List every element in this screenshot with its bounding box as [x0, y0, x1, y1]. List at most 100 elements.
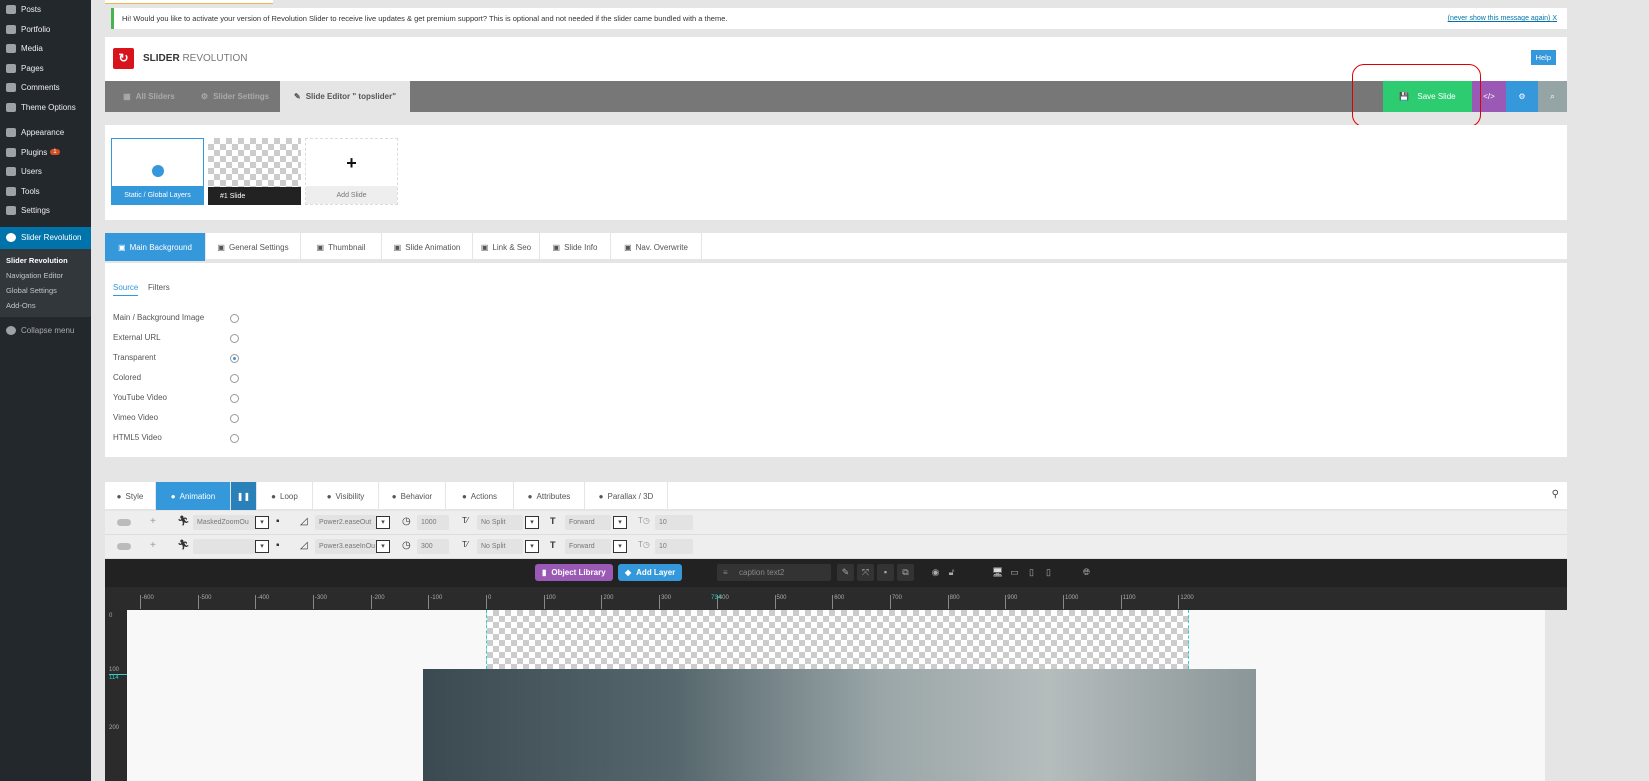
- tab-link-seo[interactable]: ▣ Link & Seo: [473, 233, 540, 261]
- duration-input[interactable]: 300: [417, 539, 449, 554]
- tab-slide-animation[interactable]: ▣ Slide Animation: [382, 233, 473, 261]
- tab-slider-settings[interactable]: ⚙ Slider Settings: [195, 81, 275, 112]
- tab-slide-info[interactable]: ▣ Slide Info: [540, 233, 611, 261]
- source-radio[interactable]: [230, 394, 239, 403]
- sidebar-item-users[interactable]: Users: [0, 162, 91, 182]
- tab-main-background[interactable]: ▣ Main Background: [105, 233, 206, 261]
- dropdown-arrow-icon[interactable]: ▾: [255, 516, 269, 529]
- tab-parallax-3d[interactable]: ● Parallax / 3D: [585, 482, 668, 510]
- laptop-icon[interactable]: ▭: [1006, 564, 1023, 581]
- sidebar-item-portfolio[interactable]: Portfolio: [0, 20, 91, 40]
- submenu-global-settings[interactable]: Global Settings: [0, 283, 91, 298]
- sidebar-item-media[interactable]: Media: [0, 39, 91, 59]
- dropdown-arrow-icon[interactable]: ▾: [525, 516, 539, 529]
- copy-icon[interactable]: ⧉: [897, 564, 914, 581]
- plus-icon[interactable]: +: [150, 540, 156, 551]
- animation-select[interactable]: MaskedZoomOu: [193, 515, 255, 530]
- source-radio[interactable]: [230, 334, 239, 343]
- pause-button[interactable]: ❚❚: [231, 482, 257, 510]
- dropdown-arrow-icon[interactable]: ▾: [613, 516, 627, 529]
- sidebar-item-pages[interactable]: Pages: [0, 59, 91, 79]
- source-radio[interactable]: [230, 354, 239, 363]
- eye-icon[interactable]: ◉: [927, 564, 944, 581]
- dropdown-arrow-icon[interactable]: ▾: [376, 516, 390, 529]
- save-icon[interactable]: ▪: [276, 540, 280, 551]
- unlock-icon[interactable]: 🔓︎: [943, 564, 960, 581]
- stagger-input[interactable]: 10: [655, 539, 693, 554]
- globe-edit-icon[interactable]: 🌐︎: [1078, 564, 1095, 581]
- sidebar-item-posts[interactable]: Posts: [0, 0, 91, 20]
- tab-slide-editor[interactable]: ✎ Slide Editor " topslider": [280, 81, 410, 112]
- direction-select[interactable]: Forward: [565, 515, 611, 530]
- submenu-add-ons[interactable]: Add-Ons: [0, 298, 91, 313]
- duration-input[interactable]: 1000: [417, 515, 449, 530]
- tablet-icon[interactable]: ▯: [1023, 564, 1040, 581]
- sidebar-item-tools[interactable]: Tools: [0, 182, 91, 202]
- label: Settings: [21, 206, 50, 216]
- source-radio[interactable]: [230, 314, 239, 323]
- sidebar-item-appearance[interactable]: Appearance: [0, 123, 91, 143]
- sidebar-item-plugins[interactable]: Plugins 1: [0, 143, 91, 163]
- sidebar-item-comments[interactable]: Comments: [0, 78, 91, 98]
- sidebar-item-slider-revolution[interactable]: Slider Revolution: [0, 226, 91, 249]
- ease-select[interactable]: Power3.easeInOu: [315, 539, 376, 554]
- tab-general-settings[interactable]: ▣ General Settings: [206, 233, 301, 261]
- user-icon: [6, 167, 16, 177]
- grid-icon: ▦: [123, 92, 131, 101]
- edit-icon[interactable]: ✎: [837, 564, 854, 581]
- toggle-switch[interactable]: [117, 519, 131, 526]
- submenu-slider-revolution[interactable]: Slider Revolution: [0, 253, 91, 268]
- tab-behavior[interactable]: ● Behavior: [379, 482, 446, 510]
- wrench-icon: [6, 186, 16, 196]
- tab-filters[interactable]: Filters: [148, 283, 170, 292]
- sidebar-item-settings[interactable]: Settings: [0, 201, 91, 221]
- add-slide-button[interactable]: + Add Slide: [305, 138, 398, 205]
- plus-icon[interactable]: +: [150, 516, 156, 527]
- dropdown-arrow-icon[interactable]: ▾: [613, 540, 627, 553]
- ease-select[interactable]: Power2.easeOut: [315, 515, 376, 530]
- settings-gear-button[interactable]: ⚙: [1506, 81, 1538, 112]
- tab-thumbnail[interactable]: ▣ Thumbnail: [301, 233, 382, 261]
- source-radio[interactable]: [230, 374, 239, 383]
- submenu-navigation-editor[interactable]: Navigation Editor: [0, 268, 91, 283]
- tab-all-sliders[interactable]: ▦ All Sliders: [105, 81, 193, 112]
- source-radio[interactable]: [230, 414, 239, 423]
- duplicate-icon[interactable]: ⤧: [857, 564, 874, 581]
- tab-attributes[interactable]: ● Attributes: [514, 482, 585, 510]
- layer-name-input[interactable]: ≡ caption text2: [717, 564, 831, 581]
- dismiss-link[interactable]: (never show this message again) X: [1448, 15, 1557, 22]
- paperclip-icon[interactable]: ⚲: [1552, 489, 1559, 500]
- toggle-switch[interactable]: [117, 543, 131, 550]
- trash-icon[interactable]: ▪: [877, 564, 894, 581]
- split-select[interactable]: No Split: [477, 539, 523, 554]
- animation-select[interactable]: [193, 539, 255, 554]
- static-layers-thumb[interactable]: Static / Global Layers: [111, 138, 204, 205]
- tab-loop[interactable]: ● Loop: [257, 482, 313, 510]
- tab-source[interactable]: Source: [113, 283, 139, 296]
- tab-animation[interactable]: ● Animation: [156, 482, 231, 510]
- sidebar-item-theme-options[interactable]: Theme Options: [0, 98, 91, 118]
- tab-actions[interactable]: ● Actions: [446, 482, 514, 510]
- split-select[interactable]: No Split: [477, 515, 523, 530]
- tab-style[interactable]: ● Style: [105, 482, 156, 510]
- search-button[interactable]: ⌕: [1538, 81, 1567, 112]
- tab-nav-overwrite[interactable]: ▣ Nav. Overwrite: [611, 233, 702, 261]
- dropdown-arrow-icon[interactable]: ▾: [255, 540, 269, 553]
- dropdown-arrow-icon[interactable]: ▾: [376, 540, 390, 553]
- background-image-layer[interactable]: [423, 669, 1256, 781]
- collapse-menu[interactable]: Collapse menu: [0, 321, 91, 341]
- tab-visibility[interactable]: ● Visibility: [313, 482, 379, 510]
- label: Tools: [21, 186, 40, 196]
- save-icon[interactable]: ▪: [276, 516, 280, 527]
- phone-icon[interactable]: ▯: [1040, 564, 1057, 581]
- stagger-input[interactable]: 10: [655, 515, 693, 530]
- dropdown-arrow-icon[interactable]: ▾: [525, 540, 539, 553]
- direction-select[interactable]: Forward: [565, 539, 611, 554]
- object-library-button[interactable]: ▮ Object Library: [535, 564, 613, 581]
- source-radio[interactable]: [230, 434, 239, 443]
- slide-1-thumb[interactable]: #1 Slide: [208, 138, 301, 205]
- source-option-label: External URL: [113, 333, 161, 342]
- desktop-icon[interactable]: 🖥︎: [989, 564, 1006, 581]
- add-layer-button[interactable]: ◆ Add Layer: [618, 564, 683, 581]
- help-button[interactable]: Help: [1530, 50, 1556, 65]
